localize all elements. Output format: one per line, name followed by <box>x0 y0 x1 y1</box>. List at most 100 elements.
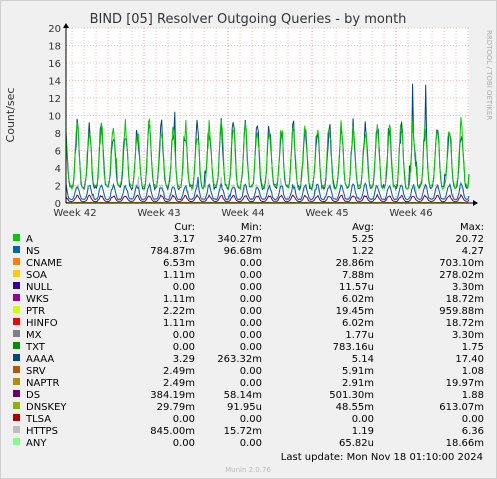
legend-avg: 65.82u <box>339 438 374 449</box>
legend-swatch <box>13 282 20 289</box>
legend-cur: 6.53m <box>163 258 195 269</box>
x-tick-label: Week 44 <box>221 208 264 219</box>
legend-swatch <box>13 390 20 397</box>
legend-swatch <box>13 270 20 277</box>
legend-max: 3.30m <box>452 282 484 293</box>
legend-cur: 0.00 <box>173 282 195 293</box>
legend-min: 91.95u <box>227 402 262 413</box>
legend-cur: 2.49m <box>163 366 195 377</box>
legend-min: 96.68m <box>224 246 262 257</box>
legend-avg: 5.91m <box>342 366 374 377</box>
legend-cur: 0.00 <box>173 330 195 341</box>
legend-avg: 1.19 <box>352 426 374 437</box>
legend-max: 18.66m <box>446 438 484 449</box>
legend-swatch <box>13 258 20 265</box>
legend-min: 0.00 <box>240 318 262 329</box>
legend-header: Avg: <box>352 222 374 233</box>
legend-series-name: CNAME <box>26 258 62 269</box>
y-tick-label: 2 <box>55 182 61 193</box>
legend-avg: 501.30m <box>329 390 374 401</box>
legend-avg: 0.00 <box>352 414 374 425</box>
legend-min: 0.00 <box>240 366 262 377</box>
legend-max: 17.40 <box>455 354 484 365</box>
legend-swatch <box>13 306 20 313</box>
y-axis-label: Count/sec <box>4 88 17 143</box>
legend-swatch <box>13 294 20 301</box>
legend-min: 0.00 <box>240 270 262 281</box>
legend-max: 3.30m <box>452 330 484 341</box>
legend-series-name: WKS <box>26 294 49 305</box>
legend-min: 0.00 <box>240 438 262 449</box>
legend-swatch <box>13 426 20 433</box>
legend-header: Min: <box>241 222 262 233</box>
legend-min: 0.00 <box>240 306 262 317</box>
legend-series-name: TXT <box>25 342 46 353</box>
legend-cur: 0.00 <box>173 414 195 425</box>
legend-min: 0.00 <box>240 378 262 389</box>
legend-max: 6.36 <box>462 426 484 437</box>
legend-min: 58.14m <box>224 390 262 401</box>
legend-max: 19.97m <box>446 378 484 389</box>
legend-cur: 1.11m <box>163 294 195 305</box>
legend-avg: 783.16u <box>333 342 374 353</box>
legend-cur: 845.00m <box>150 426 195 437</box>
legend-swatch <box>13 246 20 253</box>
legend-swatch <box>13 438 20 445</box>
legend-avg: 48.55m <box>336 402 374 413</box>
legend-avg: 5.25 <box>352 234 374 245</box>
legend-max: 18.72m <box>446 318 484 329</box>
legend-avg: 28.86m <box>336 258 374 269</box>
legend-swatch <box>13 366 20 373</box>
legend-min: 15.72m <box>224 426 262 437</box>
y-tick-label: 8 <box>55 129 61 140</box>
legend-series-name: A <box>26 234 33 245</box>
legend-cur: 3.29 <box>173 354 195 365</box>
legend-series-name: ANY <box>26 438 47 449</box>
y-tick-label: 18 <box>48 42 61 53</box>
x-tick-label: Week 45 <box>305 208 348 219</box>
legend-min: 263.32m <box>217 354 262 365</box>
legend-min: 0.00 <box>240 342 262 353</box>
legend-series-name: DNSKEY <box>26 402 67 413</box>
chart-svg: BIND [05] Resolver Outgoing Queries - by… <box>0 0 497 479</box>
legend-max: 613.07m <box>439 402 484 413</box>
legend-max: 20.72 <box>455 234 484 245</box>
legend-swatch <box>13 318 20 325</box>
y-tick-label: 16 <box>48 59 61 70</box>
legend-max: 278.02m <box>439 270 484 281</box>
legend-cur: 3.17 <box>173 234 195 245</box>
legend-cur: 29.79m <box>157 402 195 413</box>
legend-swatch <box>13 342 20 349</box>
legend-swatch <box>13 414 20 421</box>
legend-series-name: DS <box>26 390 40 401</box>
legend-cur: 784.87m <box>150 246 195 257</box>
legend-series-name: AAAA <box>26 354 54 365</box>
legend-series-name: TLSA <box>25 414 51 425</box>
legend-swatch <box>13 354 20 361</box>
legend-avg: 7.88m <box>342 270 374 281</box>
legend-max: 4.27 <box>462 246 484 257</box>
x-tick-label: Week 46 <box>389 208 432 219</box>
legend-avg: 19.45m <box>336 306 374 317</box>
legend-series-name: PTR <box>26 306 45 317</box>
legend-series-name: NAPTR <box>26 378 59 389</box>
y-tick-label: 6 <box>55 147 61 158</box>
legend-cur: 2.49m <box>163 378 195 389</box>
legend-max: 1.88 <box>462 390 484 401</box>
legend-max: 1.08 <box>462 366 484 377</box>
y-tick-label: 4 <box>55 164 61 175</box>
legend-swatch <box>13 402 20 409</box>
x-tick-label: Week 42 <box>53 208 96 219</box>
legend-min: 0.00 <box>240 294 262 305</box>
last-update: Last update: Mon Nov 18 01:10:00 2024 <box>281 452 483 463</box>
y-tick-label: 14 <box>48 77 61 88</box>
legend-series-name: SOA <box>26 270 47 281</box>
legend-max: 1.75 <box>462 342 484 353</box>
legend-avg: 5.14 <box>352 354 374 365</box>
legend-cur: 2.22m <box>163 306 195 317</box>
rrdtool-side-label: RRDTOOL / TOBI OETIKER <box>485 30 493 120</box>
chart-title: BIND [05] Resolver Outgoing Queries - by… <box>90 12 407 27</box>
legend-max: 0.00 <box>462 414 484 425</box>
legend-avg: 2.91m <box>342 378 374 389</box>
legend-min: 0.00 <box>240 414 262 425</box>
